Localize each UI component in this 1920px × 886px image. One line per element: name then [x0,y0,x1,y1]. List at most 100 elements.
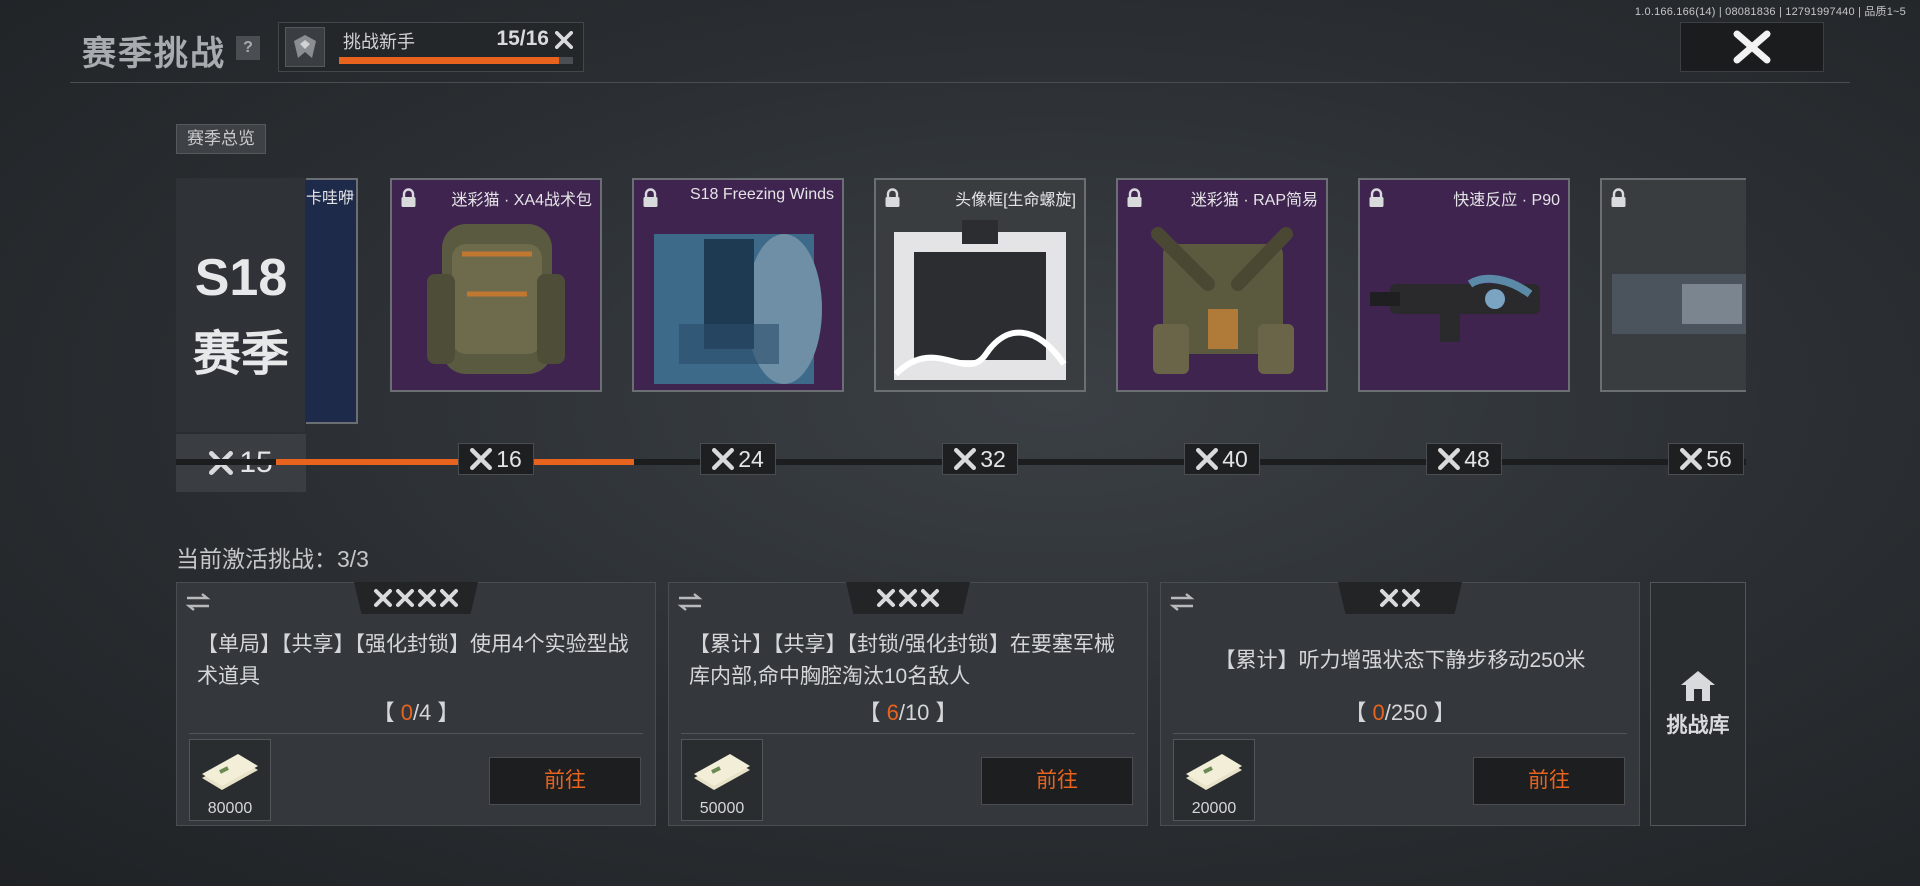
challenge-library-label: 挑战库 [1666,714,1730,737]
rank-emblem-icon [285,27,325,67]
page-title: 赛季挑战 [82,35,226,73]
reward-level: 56 [1706,445,1732,472]
prev-reward-card[interactable] [302,178,358,424]
track-fill [276,459,634,465]
reward-card[interactable] [1600,178,1746,392]
reward-card[interactable]: 迷彩猫 · RAP简易 [1116,178,1328,392]
reward-name: 快速反应 · P90 [1453,192,1560,209]
close-button[interactable] [1680,22,1824,72]
reward-card[interactable]: 迷彩猫 · XA4战术包 [390,178,602,392]
reward-level-tag: 56 [1668,443,1744,475]
swap-icon[interactable] [677,593,703,611]
progress-close: 】 [929,700,958,725]
star-icon [470,448,493,470]
star-icon [899,589,917,607]
difficulty-stars [846,582,970,614]
go-button[interactable]: 前往 [1473,757,1625,805]
rank-progress-text: 15/16 [496,27,549,50]
star-icon [1380,589,1398,607]
reward-level: 16 [496,445,522,472]
library-icon [1681,671,1715,701]
season-banner: S18 赛季 [176,178,306,432]
star-icon [1680,448,1703,470]
progress-total: /250 [1384,700,1428,725]
reward-image [634,214,842,390]
star-icon [712,448,735,470]
close-icon [1733,30,1771,64]
prev-reward-name: 卡哇咿 [306,190,355,207]
top-divider [70,82,1850,83]
star-icon [1196,448,1219,470]
challenge-description: 【单局】【共享】【强化封锁】使用4个实验型战术道具 [197,633,629,688]
reward-card[interactable]: S18 Freezing Winds [632,178,844,392]
season-number: S18 [194,249,288,307]
reward-image [392,214,600,390]
star-icon [374,589,392,607]
go-button[interactable]: 前往 [981,757,1133,805]
reward-level: 32 [980,445,1006,472]
lock-icon [401,188,416,207]
progress-current: 6 [886,700,899,725]
reward-track: 卡哇咿 S18 赛季 15 迷彩猫 · XA4战术包16S18 Freezing… [176,164,1746,494]
reward-name: 迷彩猫 · XA4战术包 [451,192,592,209]
reward-level-tag: 16 [458,443,534,475]
reward-card[interactable]: 头像框[生命螺旋] [874,178,1086,392]
challenge-library-button[interactable]: 挑战库 [1650,582,1746,826]
progress-current: 0 [400,700,413,725]
challenge-description: 【累计】【共享】【封锁/强化封锁】在要塞军械库内部,命中胸腔淘汰10名敌人 [689,633,1115,688]
rank-name: 挑战新手 [343,32,415,52]
star-icon [921,589,939,607]
challenge-card: 【累计】【共享】【封锁/强化封锁】在要塞军械库内部,命中胸腔淘汰10名敌人【 6… [668,582,1148,826]
rank-progress-bar [339,57,573,64]
active-challenges-title: 当前激活挑战：3/3 [176,546,369,572]
progress-close: 】 [1427,700,1456,725]
reward-card[interactable]: 快速反应 · P90 [1358,178,1570,392]
reward-image [1360,214,1568,390]
reward-level-tag: 24 [700,443,776,475]
go-button[interactable]: 前往 [489,757,641,805]
reward-level-tag: 32 [942,443,1018,475]
swap-icon[interactable] [1169,593,1195,611]
version-text: 1.0.166.166(14) | 08081836 | 12791997440… [1634,6,1906,18]
reward-level: 40 [1222,445,1248,472]
lock-icon [885,188,900,207]
challenge-card: 【累计】听力增强状态下静步移动250米【 0/250 】 20000 前往 [1160,582,1640,826]
reward-image [876,214,1084,390]
star-icon [440,589,458,607]
progress-open: 【 [858,700,887,725]
difficulty-stars [354,582,478,614]
swap-icon[interactable] [185,593,211,611]
reward-level-tag: 48 [1426,443,1502,475]
challenge-card: 【单局】【共享】【强化封锁】使用4个实验型战术道具【 0/4 】 80000 前往 [176,582,656,826]
challenge-reward[interactable]: 80000 [189,739,271,821]
reward-amount: 50000 [699,800,745,817]
star-icon [396,589,414,607]
cash-bundle-icon [694,754,750,790]
star-icon [1402,589,1420,607]
challenge-reward[interactable]: 20000 [1173,739,1255,821]
lock-icon [1127,188,1142,207]
challenge-divider [189,733,643,734]
rank-panel[interactable]: 挑战新手 15/16 [278,22,584,72]
progress-close: 】 [431,700,460,725]
progress-total: /4 [412,700,432,725]
star-icon [418,589,436,607]
reward-amount: 80000 [207,800,253,817]
challenge-progress: 【 0/250 】 [1161,695,1639,727]
reward-amount: 20000 [1191,800,1237,817]
star-icon [877,589,895,607]
help-button[interactable]: ? [236,36,260,60]
difficulty-stars [1338,582,1462,614]
challenge-reward[interactable]: 50000 [681,739,763,821]
lock-icon [1369,188,1384,207]
cash-bundle-icon [202,754,258,790]
star-icon [954,448,977,470]
season-overview-button[interactable]: 赛季总览 [176,124,266,154]
progress-current: 0 [1372,700,1385,725]
progress-open: 【 [372,700,401,725]
reward-image [1118,214,1326,390]
lock-icon [1611,188,1626,207]
reward-level: 24 [738,445,764,472]
star-icon [555,31,573,49]
progress-open: 【 [1344,700,1373,725]
